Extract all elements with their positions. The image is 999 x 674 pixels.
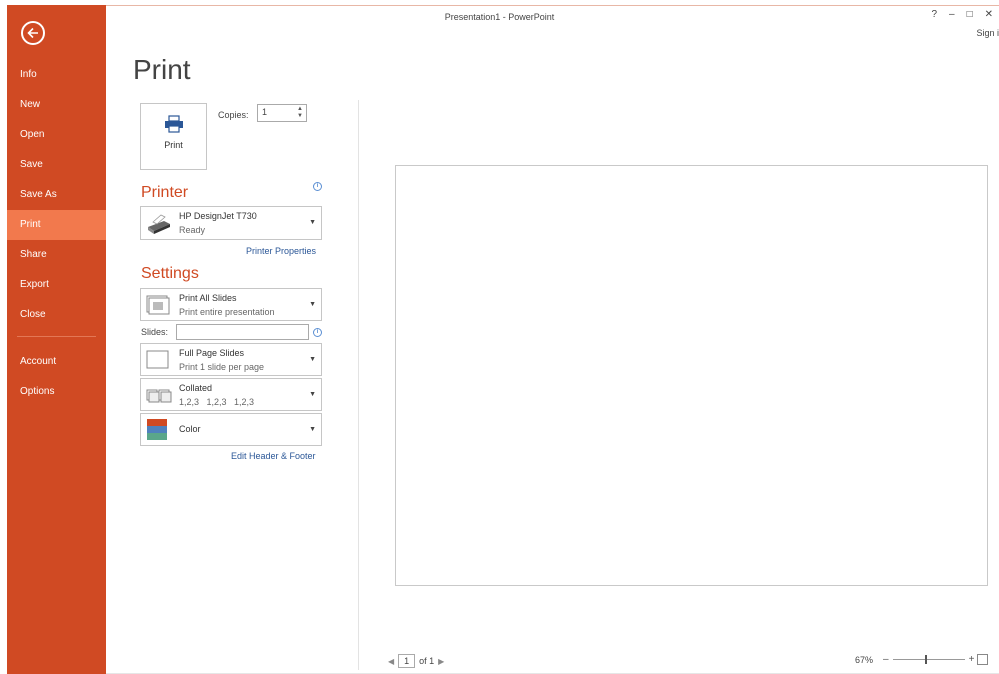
help-button[interactable]: ? — [931, 9, 937, 20]
print-preview-page — [395, 165, 988, 586]
chevron-down-icon: ▼ — [309, 301, 316, 308]
full-page-slide-icon — [146, 350, 169, 369]
chevron-down-icon: ▼ — [309, 219, 316, 226]
settings-section-title: Settings — [141, 265, 199, 282]
zoom-out-icon[interactable]: – — [883, 654, 889, 665]
back-arrow-icon — [27, 27, 38, 39]
slides-info-icon[interactable]: i — [313, 328, 322, 337]
nav-item-export[interactable]: Export — [7, 270, 106, 300]
layout-label: Full Page Slides — [179, 348, 245, 358]
printer-device-icon — [148, 214, 170, 234]
print-button[interactable]: Print — [140, 103, 207, 170]
page-navigator: ◀ 1 of 1 ▶ — [388, 654, 444, 668]
printer-status: Ready — [179, 225, 206, 235]
zoom-control: 67% – + — [855, 654, 989, 665]
nav-item-options[interactable]: Options — [7, 377, 106, 407]
color-dropdown[interactable]: Color ▼ — [140, 413, 322, 446]
zoom-slider[interactable] — [892, 655, 965, 664]
layout-dropdown[interactable]: Full Page Slides Print 1 slide per page … — [140, 343, 322, 376]
printer-info-icon[interactable]: i — [313, 182, 322, 191]
window-title: Presentation1 - PowerPoint — [444, 12, 555, 22]
copies-input[interactable]: 1 ▲ ▼ — [257, 104, 307, 122]
layout-desc: Print 1 slide per page — [179, 362, 265, 372]
zoom-in-icon[interactable]: + — [969, 654, 975, 665]
close-button[interactable]: ✕ — [985, 9, 993, 20]
maximize-button[interactable]: □ — [967, 9, 973, 20]
nav-item-account[interactable]: Account — [7, 347, 106, 377]
print-range-desc: Print entire presentation — [179, 307, 275, 317]
copies-value: 1 — [262, 107, 268, 117]
printer-name: HP DesignJet T730 — [179, 211, 257, 221]
collation-desc: 1,2,3 1,2,3 1,2,3 — [179, 397, 255, 407]
slides-stack-icon — [146, 295, 170, 315]
printer-dropdown[interactable]: HP DesignJet T730 Ready ▼ — [140, 206, 322, 240]
nav-item-info[interactable]: Info — [7, 60, 106, 90]
back-button[interactable] — [21, 21, 45, 45]
printer-icon — [164, 115, 183, 133]
nav-item-save[interactable]: Save — [7, 150, 106, 180]
print-range-dropdown[interactable]: Print All Slides Print entire presentati… — [140, 288, 322, 321]
nav-item-open[interactable]: Open — [7, 120, 106, 150]
zoom-level: 67% — [855, 654, 874, 665]
color-label: Color — [179, 424, 201, 434]
next-page-icon[interactable]: ▶ — [438, 657, 444, 666]
window-controls: ? – □ ✕ — [931, 9, 993, 20]
page-total: of 1 — [419, 656, 435, 666]
backstage-nav: Info New Open Save Save As Print Share E… — [7, 5, 106, 674]
nav-separator — [17, 336, 96, 337]
copies-spinner-icon[interactable]: ▲ ▼ — [297, 106, 303, 120]
print-range-label: Print All Slides — [179, 293, 237, 303]
nav-item-close[interactable]: Close — [7, 300, 106, 330]
collated-pages-icon — [146, 389, 172, 403]
previous-page-icon[interactable]: ◀ — [388, 657, 394, 666]
fit-to-window-icon[interactable] — [977, 654, 989, 665]
chevron-down-icon: ▼ — [309, 356, 316, 363]
printer-section-title: Printer — [141, 184, 189, 201]
nav-item-new[interactable]: New — [7, 90, 106, 120]
window-top-border — [7, 5, 999, 6]
copies-label: Copies: — [218, 110, 249, 120]
zoom-slider-thumb[interactable] — [924, 655, 927, 664]
nav-item-print[interactable]: Print — [7, 210, 106, 240]
slides-input[interactable] — [176, 324, 309, 340]
collation-dropdown[interactable]: Collated 1,2,3 1,2,3 1,2,3 ▼ — [140, 378, 322, 411]
nav-item-share[interactable]: Share — [7, 240, 106, 270]
minimize-button[interactable]: – — [949, 9, 955, 20]
nav-item-save-as[interactable]: Save As — [7, 180, 106, 210]
edit-header-footer-link[interactable]: Edit Header & Footer — [231, 451, 316, 461]
panel-divider — [358, 100, 359, 670]
printer-properties-link[interactable]: Printer Properties — [246, 246, 316, 256]
chevron-down-icon: ▼ — [309, 391, 316, 398]
sign-in-link[interactable]: Sign i — [976, 28, 999, 38]
current-page-input[interactable]: 1 — [398, 654, 416, 668]
chevron-down-icon: ▼ — [309, 426, 316, 433]
page-title: Print — [133, 54, 191, 85]
slides-label: Slides: — [141, 327, 169, 337]
color-swatch-icon — [147, 419, 167, 440]
print-button-label: Print — [164, 140, 183, 150]
collation-label: Collated — [179, 383, 213, 393]
